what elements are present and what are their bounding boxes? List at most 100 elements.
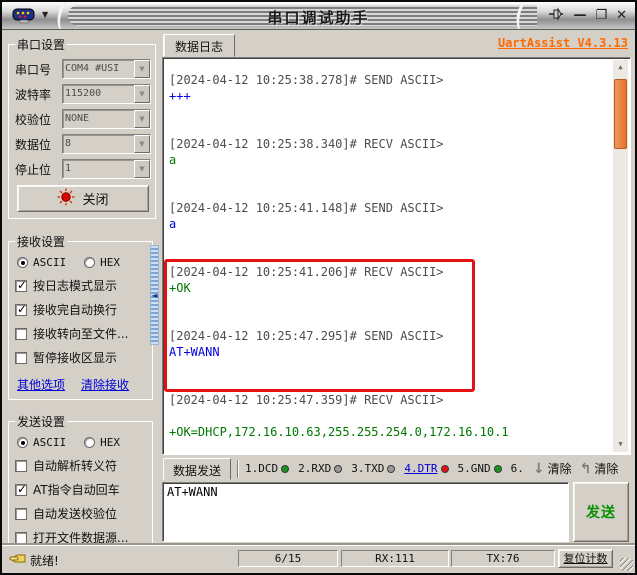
send-counter: 6/15 [238, 550, 338, 567]
status-ready-text: 就绪! [30, 554, 59, 568]
arrow-return-icon: ↰ [579, 460, 592, 477]
checkbox-icon[interactable] [15, 531, 27, 544]
stopbits-label: 停止位 [15, 162, 52, 177]
scroll-down-icon[interactable]: ▼ [613, 437, 628, 452]
checkbox-icon[interactable] [15, 327, 27, 340]
other-options-link[interactable]: 其他选项 [17, 376, 65, 393]
checkbox-icon[interactable] [15, 278, 27, 292]
tab-data-send[interactable]: 数据发送 [163, 457, 232, 480]
recv-hex-radio[interactable]: HEX [84, 256, 120, 269]
arrow-down-icon: ↓ [532, 460, 545, 477]
receive-settings-group: 接收设置 ASCII HEX 按日志模式显示 [8, 233, 153, 400]
send-checkbox-at-cr[interactable]: AT指令自动回车 [15, 481, 148, 498]
close-button[interactable]: ✕ [616, 7, 627, 25]
resize-grip[interactable] [620, 558, 633, 571]
txd-status-icon [387, 464, 396, 473]
pin-6: 6. [510, 462, 524, 475]
send-hex-radio[interactable]: HEX [84, 436, 120, 449]
chevron-down-icon[interactable]: ▼ [134, 135, 150, 153]
checkbox-icon[interactable] [15, 302, 27, 316]
clear-receive-button[interactable]: ↓ 清除 [533, 460, 572, 477]
settings-panel: 串口设置 串口号 COM4 #USI ▼ 波特率 115200 ▼ 校验位 NO… [4, 30, 156, 573]
window-title: 串口调试助手 [267, 9, 370, 27]
radio-icon[interactable] [17, 257, 28, 268]
dcd-status-icon [281, 464, 290, 473]
recv-ascii-radio[interactable]: ASCII [17, 256, 66, 269]
checkbox-icon[interactable] [15, 507, 27, 520]
reset-count-button[interactable]: 复位计数 [558, 549, 613, 568]
port-row: 串口号 COM4 #USI ▼ [15, 59, 151, 79]
close-port-label: 关闭 [82, 193, 109, 208]
tx-counter: TX:76 [451, 550, 555, 567]
clear-receive-link[interactable]: 清除接收 [81, 376, 129, 393]
serial-settings-group: 串口设置 串口号 COM4 #USI ▼ 波特率 115200 ▼ 校验位 NO… [8, 36, 156, 219]
pin-gnd: 5.GND [458, 462, 502, 475]
radio-icon[interactable] [84, 257, 96, 268]
recv-checkbox-auto-newline[interactable]: 接收完自动换行 [15, 301, 148, 318]
close-port-button[interactable]: 关闭 [17, 185, 149, 212]
radio-icon[interactable] [84, 437, 96, 448]
port-label: 串口号 [15, 62, 52, 77]
data-log-view[interactable]: [2024-04-12 10:25:38.278]# SEND ASCII> +… [162, 57, 631, 455]
parity-select[interactable]: NONE ▼ [62, 109, 151, 129]
scroll-up-icon[interactable]: ▲ [613, 60, 628, 75]
pin-dtr[interactable]: 4.DTR [404, 462, 449, 475]
send-data-input[interactable]: AT+WANN [162, 482, 569, 542]
status-bar: 就绪! 6/15 RX:111 TX:76 复位计数 [2, 545, 635, 573]
led-open-icon [57, 188, 75, 210]
databits-select[interactable]: 8 ▼ [62, 134, 151, 154]
main-content: 串口设置 串口号 COM4 #USI ▼ 波特率 115200 ▼ 校验位 NO… [2, 30, 635, 573]
minimize-button[interactable]: — [573, 7, 586, 25]
log-entry: [2024-04-12 10:25:41.206]# RECV ASCII> +… [169, 265, 444, 295]
stopbits-row: 停止位 1 ▼ [15, 159, 151, 179]
checkbox-icon[interactable] [15, 482, 27, 496]
app-window: ▼ 串口调试助手 — ❐ ✕ 串口设置 串口号 COM4 #USI ▼ 波特率 … [0, 0, 637, 575]
chevron-down-icon[interactable]: ▼ [134, 60, 150, 78]
log-entry: [2024-04-12 10:25:47.295]# SEND ASCII> A… [169, 329, 444, 359]
rxd-status-icon [334, 464, 343, 473]
send-checkbox-escape[interactable]: 自动解析转义符 [15, 457, 148, 474]
log-scrollbar[interactable]: ▲ ▼ [613, 60, 628, 452]
baudrate-select[interactable]: 115200 ▼ [62, 84, 151, 104]
baudrate-label: 波特率 [15, 87, 52, 102]
maximize-button[interactable]: ❐ [595, 7, 607, 25]
receive-settings-title: 接收设置 [17, 235, 66, 249]
recv-checkbox-to-file[interactable]: 接收转向至文件... [15, 325, 148, 342]
tab-data-log[interactable]: 数据日志 [163, 34, 236, 57]
pin-txd: 3.TXD [351, 462, 396, 475]
databits-label: 数据位 [15, 137, 52, 152]
parity-row: 校验位 NONE ▼ [15, 109, 151, 129]
radio-icon[interactable] [17, 437, 28, 448]
serial-settings-title: 串口设置 [17, 38, 66, 52]
collapse-left-icon: ◄ [151, 290, 158, 300]
clear-send-button[interactable]: ↰ 清除 [580, 460, 619, 477]
chevron-down-icon[interactable]: ▼ [134, 110, 150, 128]
send-ascii-radio[interactable]: ASCII [17, 436, 66, 449]
send-checkbox-checksum[interactable]: 自动发送校验位 [15, 505, 148, 522]
gnd-status-icon [493, 464, 502, 473]
checkbox-icon[interactable] [15, 351, 27, 364]
recv-checkbox-pause-display[interactable]: 暂停接收区显示 [15, 349, 148, 366]
send-button[interactable]: 发送 [573, 482, 629, 542]
rx-counter: RX:111 [341, 550, 449, 567]
log-panel: 数据日志 UartAssist V4.3.13 [2024-04-12 10:2… [158, 30, 631, 545]
send-row: AT+WANN 发送 [158, 482, 631, 542]
pin-on-top-icon[interactable] [548, 6, 564, 26]
pin-rxd: 2.RXD [298, 462, 343, 475]
chevron-down-icon[interactable]: ▼ [134, 85, 150, 103]
uartassist-version-link[interactable]: UartAssist V4.3.13 [498, 36, 628, 50]
data-send-toolbar: 数据发送 1.DCD 2.RXD 3.TXD 4.DTR 5.GND 6. ↓ … [158, 455, 631, 482]
baudrate-row: 波特率 115200 ▼ [15, 84, 151, 104]
scrollbar-thumb[interactable] [614, 79, 627, 149]
port-select[interactable]: COM4 #USI ▼ [62, 59, 151, 79]
stopbits-select[interactable]: 1 ▼ [62, 159, 151, 179]
recv-checkbox-log-mode[interactable]: 按日志模式显示 [15, 277, 148, 294]
send-checkbox-file-source[interactable]: 打开文件数据源... [15, 529, 148, 546]
chevron-down-icon[interactable]: ▼ [134, 160, 150, 178]
checkbox-icon[interactable] [15, 459, 27, 472]
log-entry: [2024-04-12 10:25:38.278]# SEND ASCII> +… [169, 73, 444, 103]
dtr-status-icon [440, 464, 449, 473]
send-settings-title: 发送设置 [17, 415, 66, 429]
ready-hand-icon [9, 551, 27, 570]
title-bar[interactable]: ▼ 串口调试助手 — ❐ ✕ [2, 2, 635, 30]
